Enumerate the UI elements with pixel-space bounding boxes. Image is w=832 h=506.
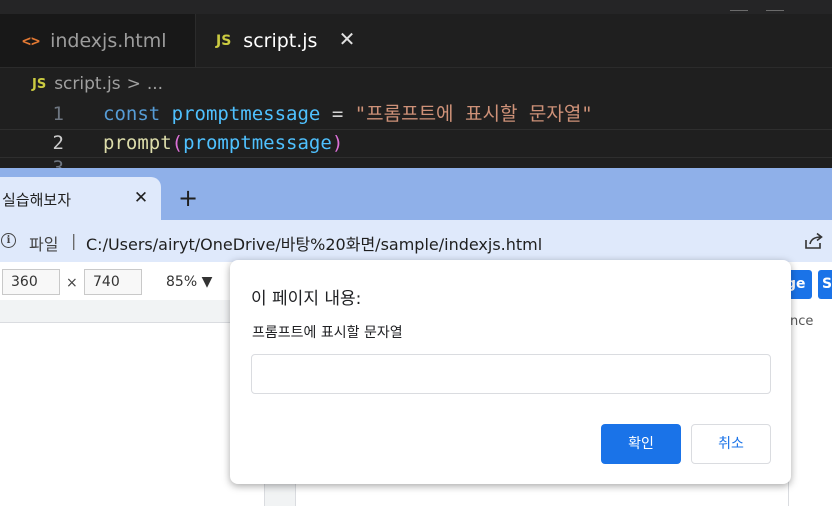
breadcrumb: JS script.js > ... — [32, 72, 163, 96]
device-width-input[interactable]: 360 — [2, 269, 60, 295]
url-text[interactable]: C:/Users/airyt/OneDrive/바탕%20화면/sample/i… — [86, 231, 542, 255]
new-tab-icon[interactable]: + — [176, 186, 200, 210]
code-text: prompt(promptmessage) — [103, 132, 344, 154]
ok-button[interactable]: 확인 — [601, 424, 681, 464]
breadcrumb-separator: > — [126, 74, 141, 94]
dialog-message: 프롬프트에 표시할 문자열 — [252, 325, 403, 341]
tab-indexjs-html[interactable]: <> indexjs.html — [0, 14, 196, 67]
cancel-button[interactable]: 취소 — [691, 424, 771, 464]
zoom-select[interactable]: 85% ▼ — [166, 274, 212, 290]
scroll-track — [264, 483, 296, 506]
dialog-title: 이 페이지 내용: — [251, 289, 362, 309]
devtools-panel — [788, 300, 832, 506]
window-minimize-icon[interactable] — [730, 2, 748, 11]
line-number: 2 — [52, 132, 64, 154]
js-file-icon: JS — [32, 76, 47, 92]
tab-script-js[interactable]: JS script.js ✕ — [196, 14, 372, 67]
url-divider: | — [71, 231, 77, 250]
code-text: const promptmessage = "프롬프트에 표시할 문자열" — [103, 103, 593, 125]
prompt-dialog: 이 페이지 내용: 프롬프트에 표시할 문자열 확인 취소 — [230, 260, 791, 484]
scheme-label: 파일 — [29, 235, 59, 254]
code-line-current: 2 prompt(promptmessage) — [0, 129, 832, 158]
browser-tab-strip: 실습해보자 ✕ + — [0, 168, 832, 220]
device-height-input[interactable]: 740 — [84, 269, 142, 295]
browser-tab-title: 실습해보자 — [2, 191, 72, 209]
tab-label: indexjs.html — [50, 29, 167, 52]
editor-title-strip — [0, 0, 832, 14]
editor-tab-bar: <> indexjs.html JS script.js ✕ — [0, 14, 832, 68]
code-area[interactable]: 1 const promptmessage = "프롬프트에 표시할 문자열" … — [0, 100, 832, 158]
code-editor: <> indexjs.html JS script.js ✕ JS script… — [0, 0, 832, 168]
window-maximize-icon[interactable] — [766, 2, 784, 11]
address-bar[interactable]: i 파일 | C:/Users/airyt/OneDrive/바탕%20화면/s… — [0, 220, 832, 262]
close-tab-icon[interactable]: ✕ — [131, 188, 151, 208]
line-number: 3 — [0, 160, 64, 168]
code-line: 1 const promptmessage = "프롬프트에 표시할 문자열" — [0, 100, 832, 129]
share-icon[interactable] — [804, 232, 824, 250]
devtools-button[interactable]: S — [818, 270, 832, 299]
close-tab-icon[interactable]: ✕ — [336, 28, 358, 50]
tab-label: script.js — [243, 29, 318, 52]
info-icon[interactable]: i — [1, 233, 16, 248]
dimension-times: × — [66, 275, 78, 291]
devtools-panel-label[interactable]: nce — [790, 314, 813, 329]
js-file-icon: JS — [216, 32, 232, 49]
browser-tab[interactable]: 실습해보자 ✕ — [0, 177, 161, 220]
prompt-input[interactable] — [251, 354, 771, 394]
line-number: 1 — [52, 103, 64, 125]
breadcrumb-more[interactable]: ... — [147, 74, 163, 94]
html-file-icon: <> — [22, 31, 41, 50]
breadcrumb-file[interactable]: script.js — [54, 74, 120, 94]
